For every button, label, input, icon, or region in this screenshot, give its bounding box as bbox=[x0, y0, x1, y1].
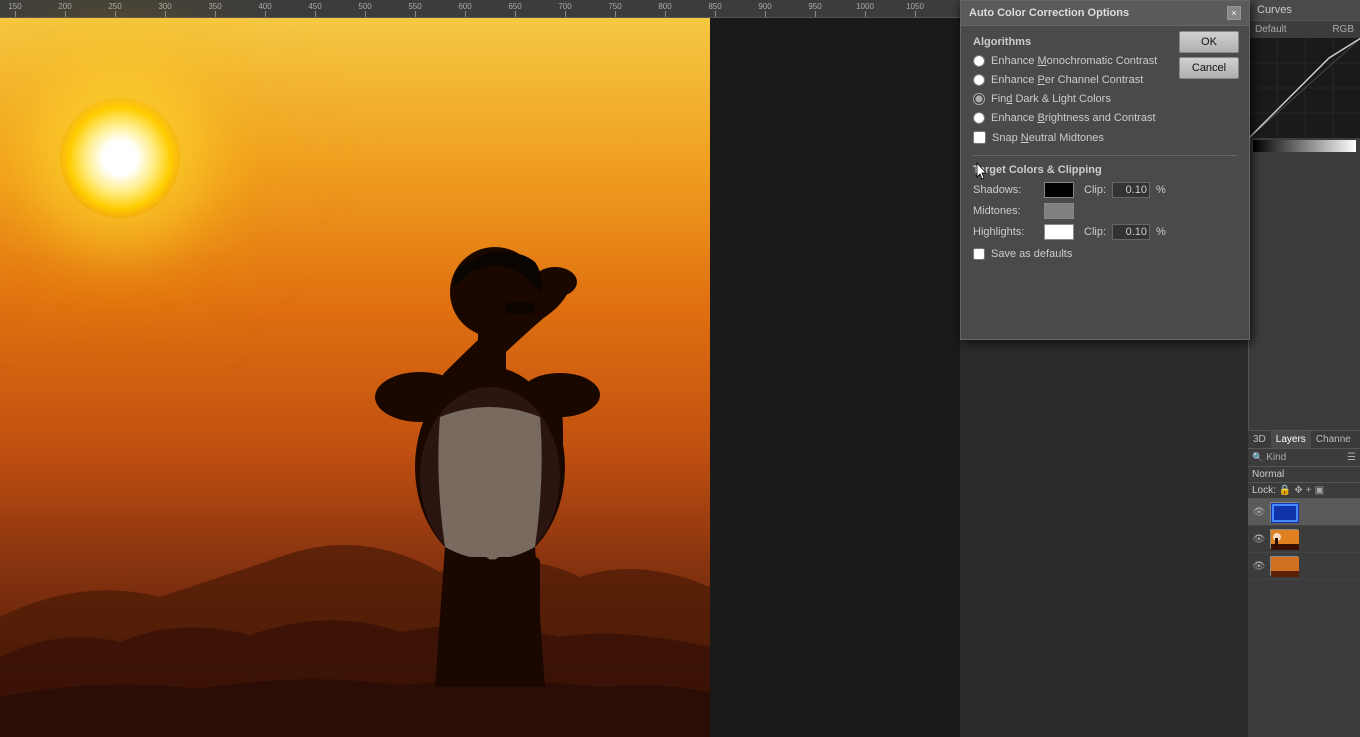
gradient-bar bbox=[1253, 140, 1356, 152]
snap-row: Snap Neutral Midtones bbox=[973, 130, 1237, 145]
layers-tabs: 3D Layers Channe bbox=[1248, 431, 1360, 449]
eye-icon[interactable]: 👁 bbox=[1252, 532, 1266, 546]
midtones-swatch[interactable] bbox=[1044, 203, 1074, 219]
curves-panel-labels: Default RGB bbox=[1249, 21, 1360, 38]
layer-thumbnail bbox=[1270, 502, 1298, 522]
search-icon: 🔍 bbox=[1252, 452, 1263, 463]
layer-thumbnail bbox=[1270, 529, 1298, 549]
tab-channels[interactable]: Channe bbox=[1311, 431, 1356, 448]
move-icon[interactable]: ✥ bbox=[1294, 485, 1302, 496]
shadows-clip-input[interactable] bbox=[1112, 182, 1150, 198]
eye-icon[interactable]: 👁 bbox=[1252, 505, 1266, 519]
ruler-tick: 500 bbox=[365, 11, 366, 17]
shadows-label: Shadows: bbox=[973, 184, 1038, 196]
ruler-tick: 800 bbox=[665, 11, 666, 17]
ok-button[interactable]: OK bbox=[1179, 31, 1239, 53]
ruler-tick: 550 bbox=[415, 11, 416, 17]
midtones-row: Midtones: bbox=[973, 203, 1237, 219]
highlights-clip-label: Clip: bbox=[1084, 226, 1106, 238]
highlights-label: Highlights: bbox=[973, 226, 1038, 238]
highlights-swatch[interactable] bbox=[1044, 224, 1074, 240]
photo-background bbox=[0, 18, 710, 737]
midtones-label: Midtones: bbox=[973, 205, 1038, 217]
tab-layers[interactable]: Layers bbox=[1271, 431, 1311, 448]
radio-row-findark: Find Dark & Light Colors bbox=[973, 92, 1237, 106]
ruler-tick: 300 bbox=[165, 11, 166, 17]
dialog-titlebar[interactable]: Auto Color Correction Options × bbox=[961, 1, 1249, 26]
highlights-row: Highlights: Clip: % bbox=[973, 224, 1237, 240]
close-button[interactable]: × bbox=[1227, 6, 1241, 20]
ruler-top: 150 200 250 300 350 400 450 500 550 600 650 700 750 8… bbox=[0, 0, 960, 18]
canvas-area: 150 200 250 300 350 400 450 500 550 600 650 700 750 8… bbox=[0, 0, 960, 737]
layers-panel: 3D Layers Channe 🔍 Kind ☰ Normal Lock: 🔒… bbox=[1248, 430, 1360, 737]
radio-findark[interactable] bbox=[973, 93, 985, 105]
target-colors-section: Target Colors & Clipping Shadows: Clip: … bbox=[973, 155, 1237, 240]
radio-findark-label[interactable]: Find Dark & Light Colors bbox=[991, 93, 1111, 105]
shadows-row: Shadows: Clip: % bbox=[973, 182, 1237, 198]
snap-checkbox[interactable] bbox=[973, 131, 986, 144]
highlights-percent: % bbox=[1156, 226, 1166, 238]
ruler-tick: 150 bbox=[15, 11, 16, 17]
layers-filter-icon[interactable]: ☰ bbox=[1347, 452, 1356, 463]
curves-graph[interactable] bbox=[1249, 38, 1360, 138]
cancel-button[interactable]: Cancel bbox=[1179, 57, 1239, 79]
radio-brightness-label[interactable]: Enhance Brightness and Contrast bbox=[991, 112, 1156, 124]
layers-list: 👁 👁 👁 bbox=[1248, 499, 1360, 580]
radio-monochromatic[interactable] bbox=[973, 55, 985, 67]
lock-row: Lock: 🔒 ✥ + ▣ bbox=[1248, 483, 1360, 499]
ruler-tick: 600 bbox=[465, 11, 466, 17]
shadows-clip-label: Clip: bbox=[1084, 184, 1106, 196]
auto-color-correction-dialog: Auto Color Correction Options × OK Cance… bbox=[960, 0, 1250, 340]
ruler-tick: 350 bbox=[215, 11, 216, 17]
dialog-buttons: OK Cancel bbox=[1179, 31, 1239, 79]
ruler-tick: 700 bbox=[565, 11, 566, 17]
radio-row-brightness: Enhance Brightness and Contrast bbox=[973, 111, 1237, 125]
lock-icon[interactable]: 🔒 bbox=[1279, 485, 1291, 496]
sun-glow bbox=[60, 98, 180, 218]
ruler-tick: 450 bbox=[315, 11, 316, 17]
ruler-tick: 750 bbox=[615, 11, 616, 17]
radio-perchannel-label[interactable]: Enhance Per Channel Contrast bbox=[991, 74, 1143, 86]
ruler-tick: 250 bbox=[115, 11, 116, 17]
radio-brightness[interactable] bbox=[973, 112, 985, 124]
ruler-tick: 950 bbox=[815, 11, 816, 17]
save-defaults-row: Save as defaults bbox=[973, 248, 1237, 260]
fill-icon[interactable]: ▣ bbox=[1315, 485, 1324, 496]
tab-3d[interactable]: 3D bbox=[1248, 431, 1271, 448]
layer-item[interactable]: 👁 bbox=[1248, 499, 1360, 526]
ruler-tick: 650 bbox=[515, 11, 516, 17]
eye-icon[interactable]: 👁 bbox=[1252, 559, 1266, 573]
layer-item[interactable]: 👁 bbox=[1248, 526, 1360, 553]
ruler-tick: 850 bbox=[715, 11, 716, 17]
shadows-percent: % bbox=[1156, 184, 1166, 196]
person-silhouette bbox=[300, 117, 680, 697]
layer-thumbnail bbox=[1270, 556, 1298, 576]
dialog-title: Auto Color Correction Options bbox=[969, 7, 1129, 19]
layer-item[interactable]: 👁 bbox=[1248, 553, 1360, 580]
snap-label[interactable]: Snap Neutral Midtones bbox=[992, 132, 1104, 144]
layers-kind-label: Kind bbox=[1266, 452, 1286, 463]
save-defaults-checkbox[interactable] bbox=[973, 248, 985, 260]
save-defaults-label[interactable]: Save as defaults bbox=[991, 248, 1072, 260]
ruler-tick: 1000 bbox=[865, 11, 866, 17]
shadows-swatch[interactable] bbox=[1044, 182, 1074, 198]
highlights-clip-input[interactable] bbox=[1112, 224, 1150, 240]
ruler-tick: 1050 bbox=[915, 11, 916, 17]
radio-perchannel[interactable] bbox=[973, 74, 985, 86]
add-icon[interactable]: + bbox=[1306, 485, 1312, 496]
blend-mode-row: Normal bbox=[1248, 467, 1360, 483]
ruler-tick: 900 bbox=[765, 11, 766, 17]
radio-monochromatic-label[interactable]: Enhance Monochromatic Contrast bbox=[991, 55, 1157, 67]
target-colors-label: Target Colors & Clipping bbox=[973, 164, 1237, 176]
ruler-tick: 200 bbox=[65, 11, 66, 17]
layers-search-bar: 🔍 Kind ☰ bbox=[1248, 449, 1360, 467]
curves-panel-title: Curves bbox=[1249, 0, 1360, 21]
ruler-tick: 400 bbox=[265, 11, 266, 17]
